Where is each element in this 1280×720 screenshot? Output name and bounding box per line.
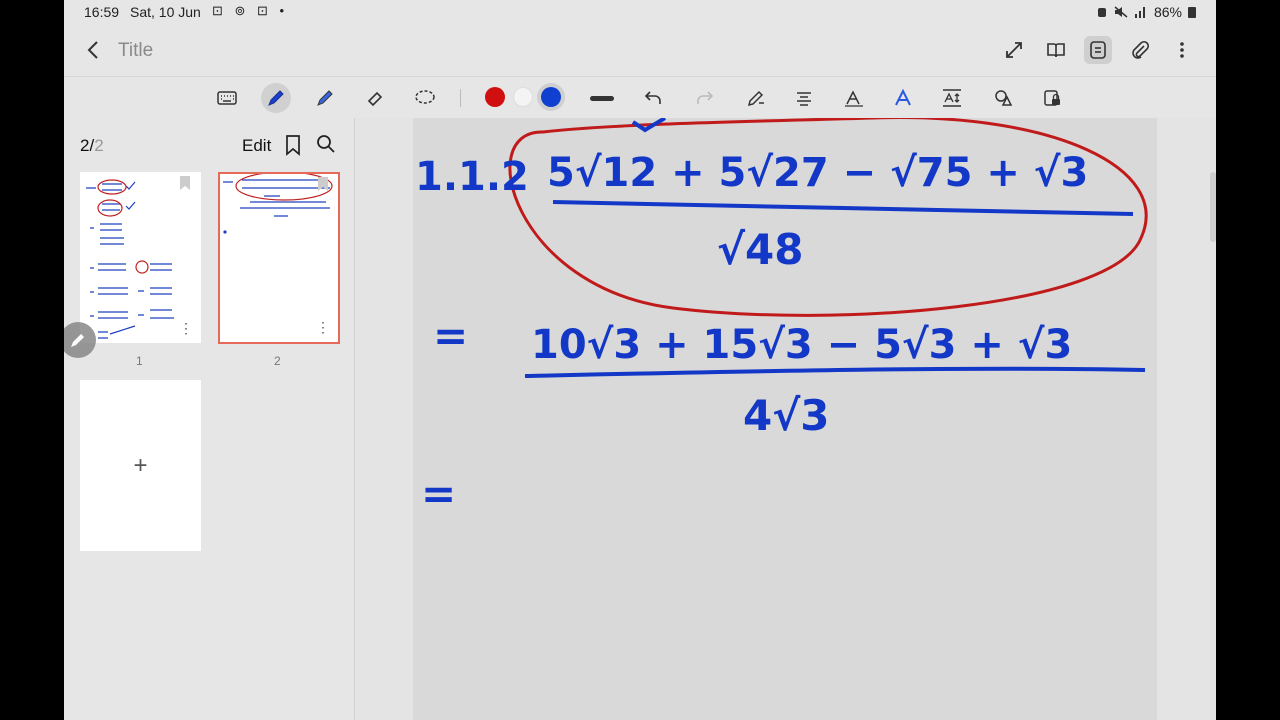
keyboard-icon: [217, 91, 237, 105]
attach-button[interactable]: [1126, 36, 1154, 64]
pen-tool[interactable]: [261, 83, 291, 113]
page-1-preview: [86, 176, 190, 339]
lasso-tool[interactable]: [410, 83, 440, 113]
keyboard-tool[interactable]: [212, 83, 242, 113]
plus-icon: +: [133, 451, 148, 479]
note-canvas[interactable]: 1.1.2 5√12 + 5√27 − √75 + √3 √48 = 10√3 …: [355, 116, 1216, 720]
expand-icon: [1006, 42, 1022, 58]
handwriting-to-text-tool[interactable]: [839, 83, 869, 113]
signal-icon: [1134, 7, 1145, 18]
lasso-icon: [415, 90, 435, 104]
handwriting-layer: 1.1.2 5√12 + 5√27 − √75 + √3 √48 = 10√3 …: [415, 116, 1148, 518]
scroll-handle[interactable]: [1210, 172, 1216, 242]
eraser-icon: [367, 91, 383, 107]
toolbar-divider: [460, 89, 461, 107]
text-style-icon: [895, 88, 911, 106]
stroke-width-tool[interactable]: [587, 83, 617, 113]
red-color-swatch[interactable]: [485, 87, 505, 107]
page-2-preview: [223, 171, 333, 234]
align-tool[interactable]: [789, 83, 819, 113]
text-spacing-tool[interactable]: [937, 83, 967, 113]
fullscreen-button[interactable]: [1000, 36, 1028, 64]
edit-button[interactable]: Edit: [242, 136, 271, 156]
add-page-button[interactable]: +: [80, 380, 201, 551]
note-page[interactable]: 1.1.2 5√12 + 5√27 − √75 + √3 √48 = 10√3 …: [413, 116, 1157, 720]
red-circle-annotation: [508, 116, 1148, 317]
pen-icon: [268, 90, 284, 106]
problem-number: 1.1.2: [415, 154, 529, 200]
pen-icon: [71, 334, 84, 347]
shapes-icon: [995, 90, 1013, 106]
note-title[interactable]: Title: [118, 40, 153, 62]
floating-pen-button[interactable]: [64, 322, 96, 358]
thumbnail-menu-icon[interactable]: ⋮: [316, 319, 330, 336]
drawing-toolbar: [64, 76, 1216, 119]
fraction-1-bar: [552, 200, 1134, 216]
page-thumbnail-1[interactable]: ⋮: [80, 172, 201, 343]
reading-mode-button[interactable]: [1042, 36, 1070, 64]
back-icon[interactable]: [82, 38, 106, 62]
battery-icon: [1188, 7, 1196, 18]
handwriting-to-text-icon: [845, 90, 863, 107]
eraser-tool[interactable]: [360, 83, 390, 113]
undo-icon: [644, 91, 661, 104]
page-view-icon: [1090, 41, 1106, 59]
status-date: Sat, 10 Jun: [130, 4, 201, 20]
page-sidebar: 2/2 Edit ⋮ 1 ⋮ 2 +: [64, 118, 355, 720]
page-view-button[interactable]: [1084, 36, 1112, 64]
fraction-2-denominator: 4√3: [743, 391, 829, 440]
lock-icon: [1044, 90, 1060, 106]
paperclip-icon: [1132, 40, 1150, 59]
page-counter: 2/2: [80, 136, 104, 156]
text-spacing-icon: [943, 89, 961, 107]
status-bar: 16:59 Sat, 10 Jun ⊡ ⊚ ⊡ • 86%: [64, 0, 1216, 24]
equals-sign-1: =: [433, 311, 468, 360]
tablet-screen: 16:59 Sat, 10 Jun ⊡ ⊚ ⊡ • 86% Title 2/2 …: [64, 0, 1216, 720]
highlighter-tool[interactable]: [310, 83, 340, 113]
pen-to-text-icon: [747, 90, 764, 107]
page-thumbnail-2[interactable]: ⋮: [218, 171, 340, 344]
fraction-2-bar: [524, 366, 1146, 378]
title-bar: Title: [64, 24, 1216, 76]
blue-color-swatch[interactable]: [541, 87, 561, 107]
notification-icons: ⊡ ⊚ ⊡ •: [212, 3, 289, 18]
equals-sign-2: =: [421, 469, 456, 518]
thumbnail-label-1: 1: [136, 354, 143, 368]
fraction-2-numerator: 10√3 + 15√3 − 5√3 + √3: [531, 322, 1072, 368]
book-icon: [1047, 43, 1065, 58]
align-icon: [797, 92, 811, 106]
more-options-button[interactable]: [1168, 36, 1196, 64]
shapes-tool[interactable]: [988, 83, 1018, 113]
total-pages: 2: [94, 136, 104, 155]
white-color-swatch[interactable]: [513, 87, 533, 107]
more-vertical-icon: [1180, 42, 1184, 58]
stroke-width-icon: [590, 96, 614, 101]
fraction-1-denominator: √48: [717, 225, 803, 274]
alarm-icon: [1097, 8, 1106, 17]
undo-button[interactable]: [638, 83, 668, 113]
mute-icon: [1114, 6, 1128, 18]
status-time: 16:59: [84, 4, 120, 20]
battery-percent: 86%: [1153, 4, 1182, 20]
fraction-1-numerator: 5√12 + 5√27 − √75 + √3: [547, 150, 1088, 196]
thumbnail-label-2: 2: [274, 354, 281, 368]
redo-icon: [697, 91, 714, 104]
bookmark-icon[interactable]: [284, 134, 302, 156]
thumbnail-menu-icon[interactable]: ⋮: [179, 320, 193, 337]
text-style-tool[interactable]: [888, 83, 918, 113]
search-icon[interactable]: [316, 134, 336, 154]
redo-button[interactable]: [690, 83, 720, 113]
highlighter-icon: [317, 90, 333, 106]
pen-settings-tool[interactable]: [741, 83, 771, 113]
lock-tool[interactable]: [1037, 83, 1067, 113]
